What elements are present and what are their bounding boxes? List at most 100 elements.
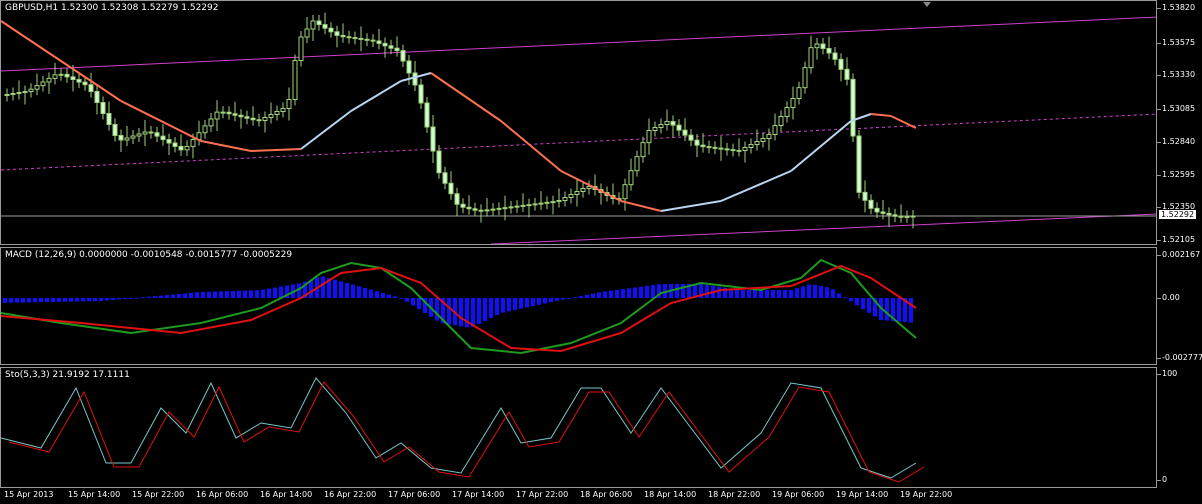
candle-body (316, 20, 322, 26)
candle-body (706, 146, 712, 149)
candle-body (268, 114, 274, 118)
macd-histogram-bar (843, 297, 847, 299)
candle-body (628, 170, 634, 186)
candle-body (556, 200, 562, 203)
macd-histogram-bar (513, 298, 517, 310)
moving-average-segment (720, 170, 792, 202)
price-chart (1, 12, 1156, 244)
macd-histogram-bar (801, 286, 805, 298)
candle-body (34, 85, 40, 90)
candle-body (868, 199, 874, 209)
candle-body (232, 113, 238, 116)
macd-histogram-bar (867, 298, 871, 313)
macd-histogram-bar (237, 290, 241, 298)
macd-histogram-bar (99, 298, 103, 301)
macd-histogram-bar (135, 297, 139, 299)
candle-body (430, 126, 436, 152)
macd-histogram-bar (885, 298, 889, 321)
candle-body (412, 72, 418, 86)
candle-body (442, 172, 448, 184)
price-tick: 1.53820 (1156, 3, 1196, 12)
moving-average-segment (250, 148, 302, 152)
candle-body (136, 133, 142, 137)
macd-histogram-bar (75, 298, 79, 302)
candle-body (526, 204, 532, 207)
candle-body (472, 208, 478, 211)
candle-body (784, 107, 790, 117)
macd-histogram-bar (375, 291, 379, 298)
candle-body (736, 149, 742, 152)
candle-body (754, 141, 760, 145)
macd-histogram-bar (621, 289, 625, 298)
candle-body (184, 145, 190, 151)
symbol-header: GBPUSD,H1 1.52300 1.52308 1.52279 1.5229… (5, 3, 219, 13)
sto-scale[interactable]: 100 0 (1156, 367, 1202, 488)
macd-histogram-bar (705, 284, 709, 298)
candle-body (808, 47, 814, 69)
macd-histogram-bar (231, 290, 235, 298)
candle-body (694, 139, 700, 146)
macd-histogram-bar (165, 295, 169, 298)
candle-body (52, 74, 58, 79)
candle-body (292, 60, 298, 100)
channel-lower-line (490, 213, 1156, 244)
macd-histogram-bar (753, 290, 757, 298)
candle-body (208, 118, 214, 127)
macd-histogram-bar (93, 298, 97, 302)
macd-histogram-bar (333, 279, 337, 298)
macd-histogram-bar (495, 298, 499, 315)
candle-body (100, 102, 106, 114)
price-scale[interactable]: 1.53820 1.53575 1.53330 1.53085 1.52840 … (1156, 0, 1202, 245)
candle-body (892, 214, 898, 217)
candle-body (820, 43, 826, 49)
time-label: 16 Apr 22:00 (324, 490, 377, 499)
stochastic-panel[interactable]: Sto(5,3,3) 21.9192 17.1111 (0, 367, 1157, 488)
candle-body (46, 77, 52, 83)
macd-tick: 0.00 (1157, 293, 1180, 302)
macd-histogram-bar (795, 288, 799, 298)
macd-histogram-bar (573, 297, 577, 299)
macd-histogram-bar (747, 290, 751, 298)
macd-histogram-bar (351, 284, 355, 298)
candle-body (478, 209, 484, 212)
macd-histogram-bar (849, 298, 853, 302)
macd-histogram-bar (363, 287, 367, 298)
candle-body (172, 142, 178, 147)
candle-body (874, 207, 880, 213)
price-tick: 1.53330 (1156, 70, 1196, 79)
macd-histogram-bar (831, 289, 835, 298)
price-panel[interactable]: GBPUSD,H1 1.52300 1.52308 1.52279 1.5229… (0, 0, 1157, 245)
candle-body (778, 116, 784, 126)
candle-body (652, 127, 658, 131)
candle-body (274, 111, 280, 115)
macd-histogram-bar (789, 290, 793, 298)
macd-histogram-bar (255, 290, 259, 298)
candle-body (826, 48, 832, 54)
candle-body (886, 212, 892, 216)
macd-histogram-bar (213, 291, 217, 298)
sto-tick: 100 (1156, 369, 1178, 378)
macd-scale[interactable]: 0.002167 0.00 -0.002777 (1156, 247, 1202, 365)
candle-body (106, 113, 112, 125)
candle-body (76, 79, 82, 83)
candle-body (538, 202, 544, 205)
macd-histogram-bar (639, 286, 643, 298)
macd-histogram-bar (591, 293, 595, 298)
candle-body (4, 94, 10, 96)
macd-histogram-bar (321, 276, 325, 298)
macd-histogram-bar (909, 298, 913, 323)
macd-histogram-bar (339, 281, 343, 298)
macd-histogram-bar (399, 298, 403, 299)
candle-body (466, 206, 472, 210)
macd-panel[interactable]: MACD (12,26,9) 0.0000000 -0.0010548 -0.0… (0, 247, 1157, 365)
candle-body (574, 191, 580, 195)
candle-body (502, 207, 508, 210)
candle-body (490, 208, 496, 211)
candle-body (70, 76, 76, 81)
candle-body (802, 67, 808, 89)
candle-body (226, 111, 232, 115)
macd-histogram-bar (681, 284, 685, 298)
candle-body (484, 209, 490, 212)
macd-histogram-bar (63, 298, 67, 302)
time-label: 17 Apr 14:00 (452, 490, 505, 499)
